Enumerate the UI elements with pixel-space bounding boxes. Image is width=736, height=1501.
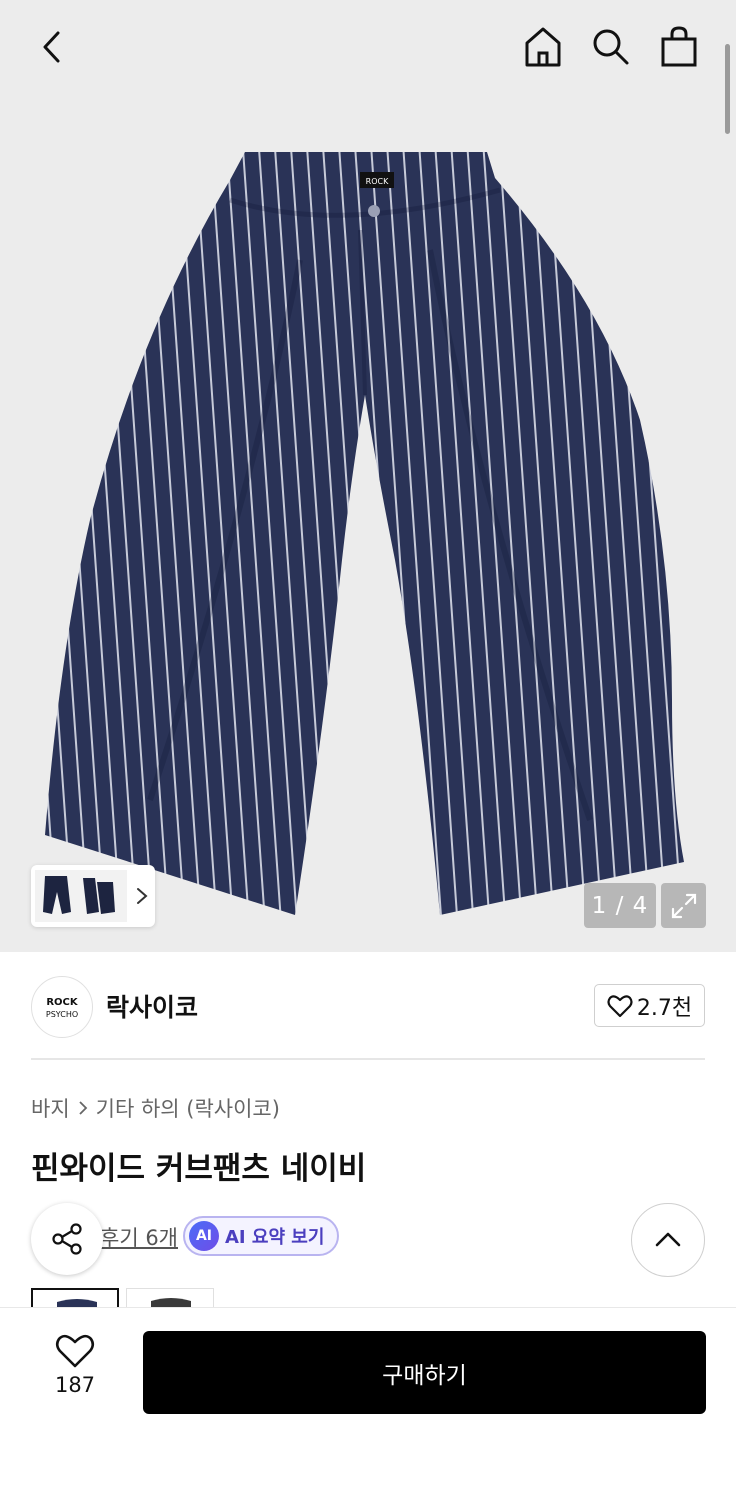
color-thumbnail	[151, 1298, 191, 1308]
reviews-link[interactable]: 후기 6개	[100, 1222, 178, 1252]
svg-text:ROCK: ROCK	[46, 997, 79, 1008]
wishlist-button[interactable]: 187	[40, 1333, 110, 1413]
color-thumbnail	[57, 1299, 97, 1308]
share-icon	[52, 1223, 82, 1255]
chevron-right-icon	[137, 888, 148, 904]
brand-logo[interactable]: ROCK PSYCHO	[31, 976, 93, 1038]
buy-button[interactable]: 구매하기	[143, 1331, 706, 1414]
chevron-left-icon	[43, 31, 60, 63]
chevron-up-icon	[655, 1232, 681, 1247]
home-button[interactable]	[520, 22, 566, 70]
thumbnail-images	[35, 870, 127, 922]
thumbnail-strip[interactable]	[31, 865, 155, 927]
ai-badge: AI	[189, 1221, 219, 1251]
pants-photo: ROCK	[45, 152, 684, 915]
product-title: 핀와이드 커브팬츠 네이비	[31, 1151, 367, 1187]
brand-like-count: 2.7천	[636, 995, 693, 1021]
product-image[interactable]: ROCK 1 / 4	[0, 0, 736, 952]
svg-text:PSYCHO: PSYCHO	[46, 1010, 78, 1019]
back-button[interactable]	[30, 24, 76, 70]
scroll-top-button[interactable]	[631, 1203, 705, 1277]
expand-icon	[671, 893, 696, 918]
color-option[interactable]	[126, 1288, 214, 1308]
shopping-bag-icon	[661, 26, 697, 67]
image-counter: 1 / 4	[584, 883, 656, 928]
brand-name[interactable]: 락사이코	[106, 988, 198, 1024]
ai-summary-label: AI 요약 보기	[225, 1227, 325, 1248]
cart-button[interactable]	[655, 22, 703, 70]
search-icon	[593, 29, 629, 65]
svg-text:ROCK: ROCK	[366, 177, 389, 186]
brand-like-button[interactable]: 2.7천	[594, 984, 705, 1027]
breadcrumb-category[interactable]: 바지	[31, 1093, 70, 1123]
breadcrumb-subcategory[interactable]: 기타 하의 (락사이코)	[96, 1093, 280, 1123]
heart-icon	[607, 994, 633, 1017]
wishlist-count: 187	[54, 1373, 96, 1397]
ai-summary-button[interactable]: AI AI 요약 보기	[183, 1216, 339, 1256]
home-icon	[525, 27, 561, 67]
scrollbar[interactable]	[725, 44, 730, 134]
chevron-right-icon	[79, 1101, 87, 1115]
expand-button[interactable]	[661, 883, 706, 928]
share-button[interactable]	[31, 1203, 103, 1275]
heart-icon	[55, 1334, 95, 1368]
breadcrumb: 바지 기타 하의 (락사이코)	[31, 1093, 280, 1123]
search-button[interactable]	[587, 22, 633, 70]
brand-logo-image: ROCK PSYCHO	[46, 997, 79, 1019]
color-option-selected[interactable]	[31, 1288, 119, 1308]
divider	[31, 1058, 705, 1060]
